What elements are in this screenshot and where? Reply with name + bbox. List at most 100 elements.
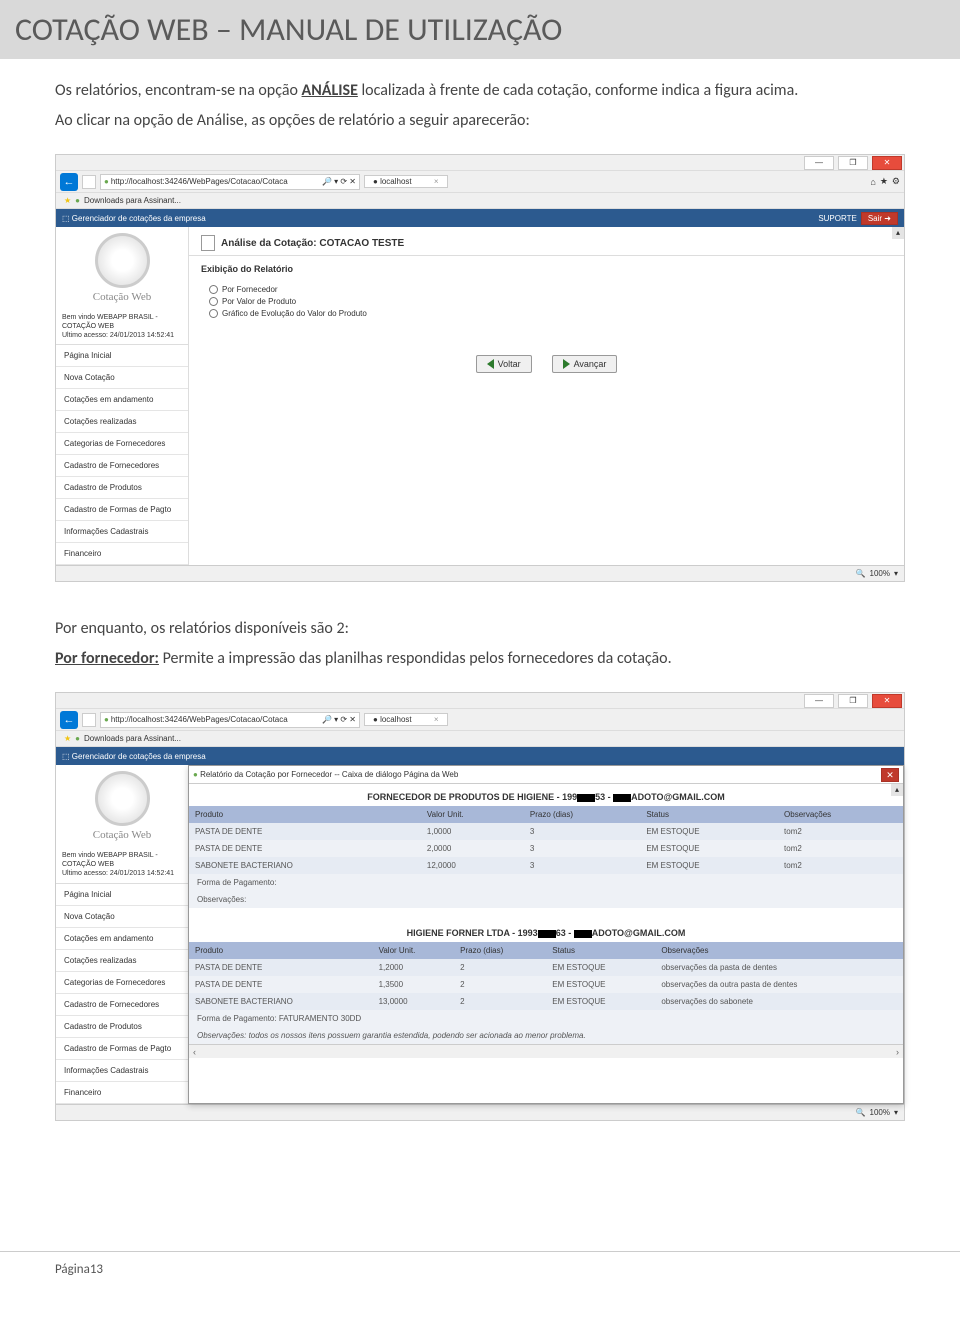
table-header-row: Produto Valor Unit. Prazo (dias) Status … — [189, 942, 903, 959]
zoom-icon[interactable]: 🔍 — [856, 1108, 866, 1117]
document-icon — [201, 235, 215, 251]
table-row: SABONETE BACTERIANO12,00003EM ESTOQUEtom… — [189, 857, 903, 874]
browser-tab[interactable]: ● localhost × — [364, 713, 448, 726]
suporte-link[interactable]: SUPORTE — [818, 214, 857, 223]
tab-close-icon[interactable]: × — [434, 715, 439, 724]
screenshot-2: — ❐ ✕ ← ● http://localhost:34246/WebPage… — [55, 692, 905, 1120]
logo-text: Cotação Web — [62, 291, 182, 303]
browser-forward-button[interactable] — [82, 175, 96, 189]
browser-toolbar: ← ● http://localhost:34246/WebPages/Cota… — [56, 709, 904, 731]
nav-cadastro-fornecedores[interactable]: Cadastro de Fornecedores — [56, 994, 188, 1016]
window-max-button[interactable]: ❐ — [838, 156, 868, 170]
sidebar: Cotação Web Bem vindo WEBAPP BRASIL - CO… — [56, 765, 188, 1103]
col-status: Status — [546, 942, 655, 959]
nav-cotacoes-andamento[interactable]: Cotações em andamento — [56, 389, 188, 411]
nav-cotacoes-realizadas[interactable]: Cotações realizadas — [56, 950, 188, 972]
home-icon[interactable]: ⌂ — [870, 177, 875, 187]
col-obs: Observações — [778, 806, 903, 823]
dialog-title-bar: ● Relatório da Cotação por Fornecedor --… — [189, 766, 903, 784]
sidebar: Cotação Web Bem vindo WEBAPP BRASIL - CO… — [56, 227, 188, 565]
page-footer: Página13 — [0, 1251, 960, 1287]
nav-cotacoes-andamento[interactable]: Cotações em andamento — [56, 928, 188, 950]
fav-icon[interactable]: ★ — [880, 176, 888, 187]
zoom-icon[interactable]: 🔍 — [856, 569, 866, 578]
fav-item[interactable]: Downloads para Assinant... — [84, 196, 181, 205]
top-bar-left: ⬚ Gerenciador de cotações da empresa — [62, 752, 206, 761]
browser-back-button[interactable]: ← — [60, 711, 78, 729]
nav-pagina-inicial[interactable]: Página Inicial — [56, 884, 188, 906]
globe-icon: ● — [104, 715, 109, 724]
nav-info-cadastrais[interactable]: Informações Cadastrais — [56, 1060, 188, 1082]
welcome-line1: Bem vindo WEBAPP BRASIL - COTAÇÃO WEB — [62, 313, 182, 331]
browser-tab[interactable]: ● localhost × — [364, 175, 448, 188]
nav-categorias-fornecedores[interactable]: Categorias de Fornecedores — [56, 433, 188, 455]
browser-forward-button[interactable] — [82, 713, 96, 727]
window-titlebar: — ❐ ✕ — [56, 693, 904, 709]
tab-close-icon[interactable]: × — [434, 177, 439, 186]
tab-icon: ● — [373, 177, 378, 186]
scroll-up-button[interactable]: ▴ — [891, 784, 903, 796]
sup2-pgto: Forma de Pagamento: FATURAMENTO 30DD — [189, 1010, 903, 1027]
zoom-value: 100% — [870, 569, 890, 578]
nav-categorias-fornecedores[interactable]: Categorias de Fornecedores — [56, 972, 188, 994]
app-top-bar: ⬚ Gerenciador de cotações da empresa — [56, 747, 904, 765]
dialog-h-scrollbar[interactable]: ‹ › — [189, 1044, 903, 1058]
radio-por-fornecedor[interactable]: Por Fornecedor — [209, 285, 884, 294]
zoom-dropdown-icon[interactable]: ▾ — [894, 569, 898, 578]
para1-post: localizada à frente de cada cotação, con… — [358, 81, 798, 100]
app-body: Cotação Web Bem vindo WEBAPP BRASIL - CO… — [56, 227, 904, 565]
nav-cotacoes-realizadas[interactable]: Cotações realizadas — [56, 411, 188, 433]
logo: Cotação Web — [56, 227, 188, 309]
avancar-label: Avançar — [574, 359, 607, 369]
nav-formas-pagto[interactable]: Cadastro de Formas de Pagto — [56, 1038, 188, 1060]
address-bar[interactable]: ● http://localhost:34246/WebPages/Cotaca… — [100, 174, 360, 190]
nav-pagina-inicial[interactable]: Página Inicial — [56, 345, 188, 367]
nav-formas-pagto[interactable]: Cadastro de Formas de Pagto — [56, 499, 188, 521]
radio-label-2: Gráfico de Evolução do Valor do Produto — [222, 309, 367, 318]
gear-icon[interactable]: ⚙ — [892, 176, 900, 187]
nav-financeiro[interactable]: Financeiro — [56, 543, 188, 565]
globe-icon: ● — [104, 177, 109, 186]
radio-por-valor[interactable]: Por Valor de Produto — [209, 297, 884, 306]
window-min-button[interactable]: — — [804, 694, 834, 708]
nav-nova-cotacao[interactable]: Nova Cotação — [56, 367, 188, 389]
section-subtitle: Exibição do Relatório — [189, 256, 904, 278]
sair-button[interactable]: Sair ➜ — [861, 212, 898, 225]
col-prazo: Prazo (dias) — [454, 942, 546, 959]
tab-label: localhost — [380, 715, 412, 724]
nav-nova-cotacao[interactable]: Nova Cotação — [56, 906, 188, 928]
voltar-button[interactable]: Voltar — [476, 355, 532, 373]
table-row: PASTA DE DENTE1,00003EM ESTOQUEtom2 — [189, 823, 903, 840]
welcome-text: Bem vindo WEBAPP BRASIL - COTAÇÃO WEB Ul… — [56, 309, 188, 345]
panel-title: Análise da Cotação: COTACAO TESTE — [221, 238, 404, 249]
dialog-title: ● Relatório da Cotação por Fornecedor --… — [193, 770, 458, 779]
nav-cadastro-fornecedores[interactable]: Cadastro de Fornecedores — [56, 455, 188, 477]
col-status: Status — [640, 806, 778, 823]
button-row: Voltar Avançar — [189, 355, 904, 373]
window-min-button[interactable]: — — [804, 156, 834, 170]
logo-text: Cotação Web — [62, 829, 182, 841]
address-bar[interactable]: ● http://localhost:34246/WebPages/Cotaca… — [100, 712, 360, 728]
radio-grafico[interactable]: Gráfico de Evolução do Valor do Produto — [209, 309, 884, 318]
zoom-dropdown-icon[interactable]: ▾ — [894, 1108, 898, 1117]
url-text: http://localhost:34246/WebPages/Cotacao/… — [111, 715, 288, 724]
nav-cadastro-produtos[interactable]: Cadastro de Produtos — [56, 1016, 188, 1038]
window-close-button[interactable]: ✕ — [872, 694, 902, 708]
browser-back-button[interactable]: ← — [60, 173, 78, 191]
url-text: http://localhost:34246/WebPages/Cotacao/… — [111, 177, 288, 186]
nav-financeiro[interactable]: Financeiro — [56, 1082, 188, 1104]
tab-label: localhost — [380, 177, 412, 186]
nav-cadastro-produtos[interactable]: Cadastro de Produtos — [56, 477, 188, 499]
doc-body-2: Por enquanto, os relatórios disponíveis … — [0, 597, 960, 687]
radio-label-1: Por Valor de Produto — [222, 297, 296, 306]
scroll-left-icon[interactable]: ‹ — [193, 1047, 196, 1057]
nav-info-cadastrais[interactable]: Informações Cadastrais — [56, 521, 188, 543]
window-close-button[interactable]: ✕ — [872, 156, 902, 170]
avancar-button[interactable]: Avançar — [552, 355, 618, 373]
fav-item[interactable]: Downloads para Assinant... — [84, 734, 181, 743]
scroll-up-button[interactable]: ▴ — [892, 227, 904, 239]
window-max-button[interactable]: ❐ — [838, 694, 868, 708]
scroll-right-icon[interactable]: › — [896, 1047, 899, 1057]
col-produto: Produto — [189, 806, 421, 823]
dialog-close-button[interactable]: ✕ — [881, 768, 899, 782]
